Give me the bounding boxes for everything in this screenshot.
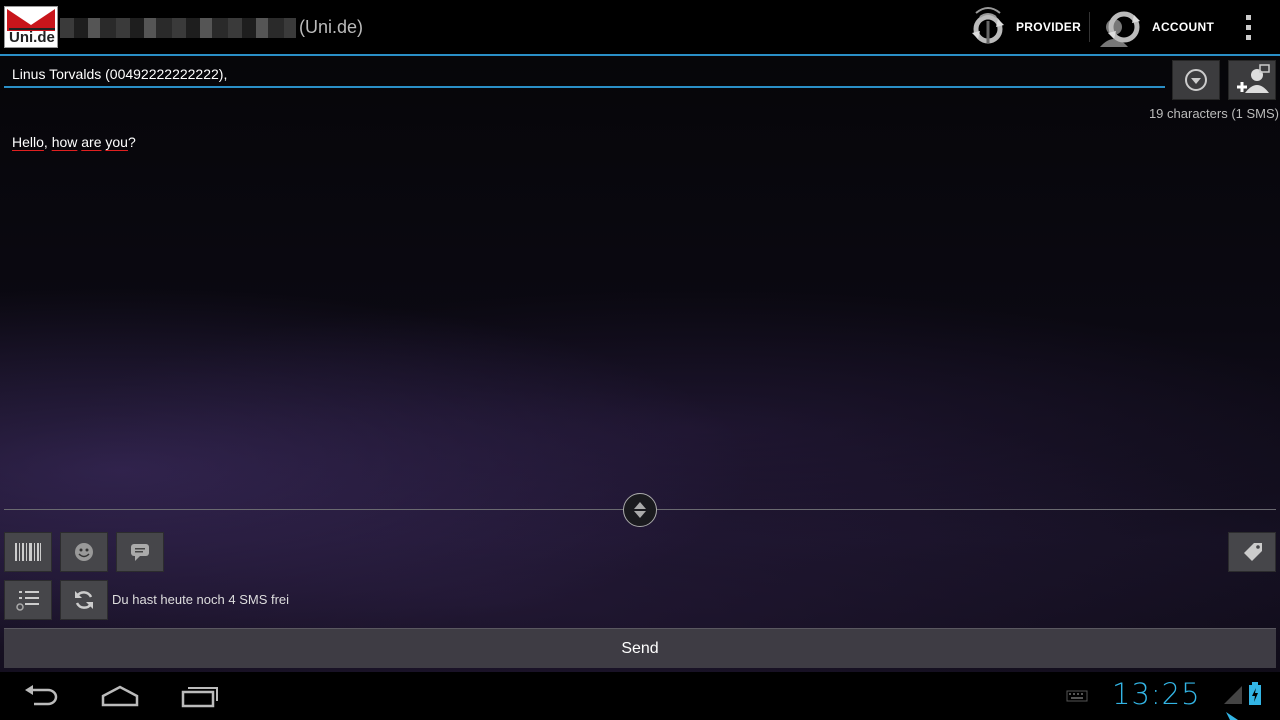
overflow-menu-icon[interactable] — [1236, 0, 1260, 54]
home-icon — [101, 685, 139, 707]
home-button[interactable] — [80, 672, 160, 720]
app-logo[interactable]: Uni.de — [4, 6, 58, 48]
message-word: how — [51, 134, 78, 150]
provider-sync-icon — [972, 7, 1004, 44]
action-bar: Uni.de (Uni.de) PROVIDER ACCOUNT — [0, 0, 1280, 56]
app-screen: Uni.de (Uni.de) PROVIDER ACCOUNT Linus T… — [0, 0, 1280, 720]
message-word: Hello — [12, 134, 44, 150]
sms-list-button[interactable] — [4, 580, 52, 620]
barcode-button[interactable] — [4, 532, 52, 572]
label-button[interactable] — [1228, 532, 1276, 572]
recent-apps-icon — [181, 687, 218, 708]
recent-apps-button[interactable] — [160, 672, 240, 720]
resize-handle-icon[interactable] — [623, 493, 657, 527]
send-button[interactable]: Send — [4, 628, 1276, 668]
keyboard-icon — [1066, 690, 1088, 702]
account-label: ACCOUNT — [1152, 20, 1215, 34]
status-clock: 13:25 — [1112, 677, 1201, 711]
message-word: are — [81, 134, 102, 150]
text-templates-button[interactable] — [116, 532, 164, 572]
account-button[interactable]: ACCOUNT — [1098, 0, 1214, 54]
signal-icon — [1224, 686, 1242, 704]
character-counter: 19 characters (1 SMS) — [1148, 106, 1279, 121]
recipient-input[interactable]: Linus Torvalds (00492222222222), — [4, 60, 1165, 88]
message-word: you — [105, 134, 128, 150]
logo-text: Uni.de — [9, 28, 55, 46]
smiley-icon — [75, 543, 93, 561]
provider-button[interactable]: PROVIDER — [970, 0, 1081, 54]
action-divider — [1089, 12, 1090, 42]
chevron-down-circle-icon — [1185, 69, 1207, 91]
notification-corner-icon — [1226, 712, 1238, 720]
recipient-dropdown-button[interactable] — [1172, 60, 1220, 100]
account-sync-icon — [1100, 11, 1140, 47]
battery-charging-icon — [1249, 682, 1261, 705]
add-contact-icon — [1237, 64, 1270, 93]
actionbar-accent-line — [0, 54, 1280, 56]
smiley-button[interactable] — [60, 532, 108, 572]
back-icon — [25, 685, 58, 706]
barcode-icon — [15, 543, 41, 561]
refresh-icon — [75, 591, 93, 609]
free-sms-status: Du hast heute noch 4 SMS frei — [112, 592, 290, 607]
provider-label: PROVIDER — [1016, 20, 1082, 34]
title-suffix: (Uni.de) — [299, 17, 364, 37]
system-nav-bar — [0, 672, 1280, 720]
speech-bubble-icon — [131, 544, 149, 561]
add-contact-button[interactable] — [1228, 60, 1276, 100]
blurred-account-name — [60, 18, 296, 38]
refresh-button[interactable] — [60, 580, 108, 620]
list-settings-icon — [16, 591, 39, 611]
message-textarea[interactable]: Hello, how are you? — [4, 128, 1276, 498]
tag-icon — [1244, 543, 1262, 561]
back-button[interactable] — [0, 672, 80, 720]
